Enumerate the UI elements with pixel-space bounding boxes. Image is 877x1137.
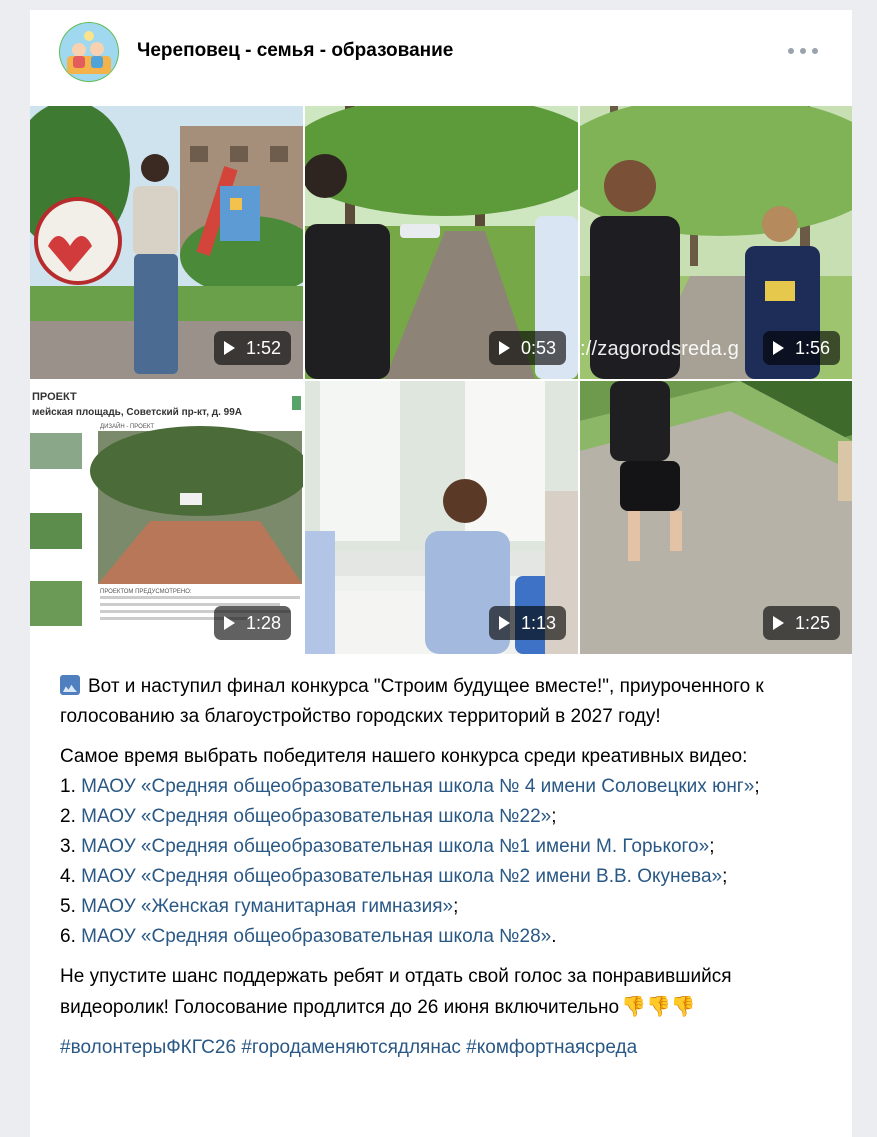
list-number: 6.: [60, 926, 76, 947]
list-tail: ;: [722, 866, 728, 887]
list-item: 4. МАОУ «Средняя общеобразовательная шко…: [60, 862, 830, 892]
school-list: 1. МАОУ «Средняя общеобразовательная шко…: [60, 772, 830, 952]
list-item: 3. МАОУ «Средняя общеобразовательная шко…: [60, 832, 830, 862]
play-icon: [772, 616, 784, 630]
list-tail: ;: [709, 836, 715, 857]
more-horizontal-icon[interactable]: [788, 43, 818, 59]
thumbs-down-icon: 👎👎👎: [621, 996, 696, 1018]
video-duration-badge: 0:53: [488, 331, 566, 365]
list-number: 2.: [60, 806, 76, 827]
play-icon: [498, 341, 510, 355]
doc-title: ПРОЕКТ: [32, 391, 77, 403]
hashtag-link[interactable]: #волонтерыФКГС26: [60, 1037, 236, 1058]
video-watermark: ://zagorodsreda.g: [580, 338, 740, 360]
list-number: 1.: [60, 776, 76, 797]
intro-text: Вот и наступил финал конкурса "Строим бу…: [60, 676, 764, 727]
school-link[interactable]: МАОУ «Средняя общеобразовательная школа …: [81, 806, 551, 827]
list-item: 2. МАОУ «Средняя общеобразовательная шко…: [60, 802, 830, 832]
list-item: 5. МАОУ «Женская гуманитарная гимназия»;: [60, 892, 830, 922]
play-icon: [772, 341, 784, 355]
list-number: 5.: [60, 896, 76, 917]
play-icon: [498, 616, 510, 630]
list-tail: ;: [551, 806, 557, 827]
school-link[interactable]: МАОУ «Средняя общеобразовательная школа …: [81, 926, 551, 947]
video-duration-text: 1:25: [794, 612, 830, 633]
video-duration-badge: 1:25: [762, 606, 840, 640]
list-tail: .: [551, 926, 557, 947]
list-number: 4.: [60, 866, 76, 887]
hashtag-link[interactable]: #городаменяютсядлянас: [241, 1037, 461, 1058]
video-thumbnail-5[interactable]: 1:13: [305, 381, 578, 654]
hashtags: #волонтерыФКГС26 #городаменяютсядлянас #…: [60, 1033, 830, 1063]
video-thumbnail-4[interactable]: ПРОЕКТ мейская площадь, Советский пр-кт,…: [30, 381, 303, 654]
play-icon: [223, 341, 235, 355]
hashtag-link[interactable]: #комфортнаясреда: [466, 1037, 637, 1058]
school-link[interactable]: МАОУ «Женская гуманитарная гимназия»: [81, 896, 453, 917]
post-text: Вот и наступил финал конкурса "Строим бу…: [60, 672, 830, 1063]
video-thumbnail-6[interactable]: 1:25: [580, 381, 852, 654]
video-duration-badge: 1:13: [488, 606, 566, 640]
video-duration-text: 1:52: [245, 337, 281, 358]
video-duration-badge: 1:28: [213, 606, 291, 640]
community-avatar[interactable]: [59, 22, 119, 82]
school-link[interactable]: МАОУ «Средняя общеобразовательная школа …: [81, 836, 709, 857]
list-item: 6. МАОУ «Средняя общеобразовательная шко…: [60, 922, 830, 952]
video-duration-text: 1:13: [520, 612, 556, 633]
video-duration-text: 0:53: [520, 337, 556, 358]
video-thumbnail-3[interactable]: ://zagorodsreda.g 1:56: [580, 106, 852, 379]
list-number: 3.: [60, 836, 76, 857]
post-intro: Вот и наступил финал конкурса "Строим бу…: [60, 672, 830, 732]
post-card: Череповец - семья - образование 1:52 0:5…: [30, 10, 852, 1137]
video-duration-text: 1:28: [245, 612, 281, 633]
community-name[interactable]: Череповец - семья - образование: [137, 40, 453, 62]
list-tail: ;: [754, 776, 760, 797]
list-tail: ;: [453, 896, 459, 917]
doc-label: ПРОЕКТОМ ПРЕДУСМОТРЕНО:: [100, 589, 192, 595]
cityscape-icon: [60, 675, 80, 695]
post-lead: Самое время выбрать победителя нашего ко…: [60, 746, 748, 767]
school-link[interactable]: МАОУ «Средняя общеобразовательная школа …: [81, 776, 754, 797]
video-thumbnail-2[interactable]: 0:53: [305, 106, 578, 379]
list-item: 1. МАОУ «Средняя общеобразовательная шко…: [60, 772, 830, 802]
play-icon: [223, 616, 235, 630]
school-link[interactable]: МАОУ «Средняя общеобразовательная школа …: [81, 866, 722, 887]
video-duration-badge: 1:56: [762, 331, 840, 365]
video-duration-text: 1:56: [794, 337, 830, 358]
video-grid: 1:52 0:53://zagorodsreda.g 1:56 ПРОЕКТ …: [30, 106, 852, 654]
post-header: Череповец - семья - образование: [30, 10, 852, 105]
post-outro: Не упустите шанс поддержать ребят и отда…: [60, 962, 830, 1023]
doc-address: мейская площадь, Советский пр-кт, д. 99А: [32, 407, 243, 418]
doc-label: ДИЗАЙН - ПРОЕКТ: [100, 424, 154, 430]
video-duration-badge: 1:52: [213, 331, 291, 365]
video-thumbnail-1[interactable]: 1:52: [30, 106, 303, 379]
